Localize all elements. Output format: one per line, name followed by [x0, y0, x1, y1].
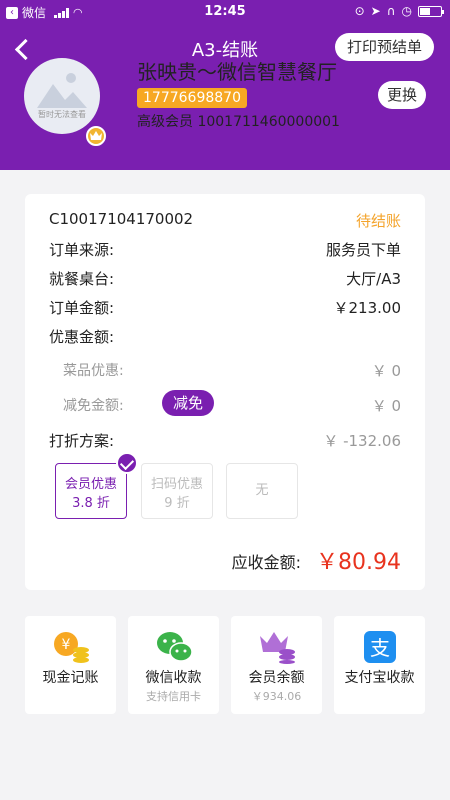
change-member-button[interactable]: 更换: [378, 81, 426, 109]
plan-rate: 3.8 折: [72, 496, 110, 511]
discount-plan-row: 打折方案: ￥ -132.06: [49, 430, 401, 451]
plan-scan-discount[interactable]: 扫码优惠 9 折: [141, 463, 213, 519]
plan-value: ￥ -132.06: [323, 432, 401, 450]
reduce-button[interactable]: 减免: [162, 390, 215, 416]
order-amount-row: 订单金额: ￥213.00: [49, 297, 401, 318]
pay-member-balance-button[interactable]: 会员余额 ￥934.06: [231, 616, 322, 714]
print-pre-bill-button[interactable]: 打印预结单: [334, 33, 434, 61]
pay-sublabel: 支持信用卡: [146, 690, 201, 703]
table-row: 就餐桌台: 大厅/A3: [49, 268, 401, 289]
location-icon: ➤: [370, 4, 381, 18]
order-id: C10017104170002: [49, 210, 194, 228]
member-crown-icon: [260, 632, 295, 664]
dish-discount-row: 菜品优惠: ￥ 0: [63, 360, 401, 380]
status-right: ⊙ ➤ ∩ ◷: [354, 4, 444, 18]
row-value: 服务员下单: [325, 241, 401, 259]
pay-alipay-button[interactable]: 支 支付宝收款: [334, 616, 425, 714]
avatar-caption: 暂时无法查看: [38, 110, 86, 119]
image-placeholder-icon: [37, 73, 87, 108]
row-label: 优惠金额:: [49, 328, 115, 346]
svg-text:支: 支: [370, 636, 390, 660]
order-id-row: C10017104170002 待结账: [49, 210, 401, 230]
plan-member-discount[interactable]: 会员优惠 3.8 折: [55, 452, 138, 519]
check-icon: [116, 452, 138, 474]
total-label: 应收金额:: [231, 553, 301, 572]
row-value: 大厅/A3: [346, 270, 401, 288]
reduce-label: 减免金额:: [63, 398, 124, 414]
plan-label: 打折方案:: [49, 432, 115, 450]
plan-title: 无: [255, 483, 269, 498]
avatar: 暂时无法查看: [24, 58, 100, 134]
rotation-lock-icon: ⊙: [354, 4, 365, 18]
total-value: ￥80.94: [316, 550, 401, 575]
pay-label: 现金记账: [42, 670, 99, 686]
pay-label: 支付宝收款: [344, 670, 415, 686]
pay-sublabel: ￥934.06: [251, 690, 302, 703]
headphones-icon: ∩: [386, 4, 396, 18]
row-label: 就餐桌台:: [49, 270, 115, 288]
plan-title: 会员优惠: [64, 477, 117, 492]
row-value: ￥213.00: [333, 299, 402, 317]
order-status: 待结账: [355, 212, 401, 230]
plan-none[interactable]: 无: [226, 463, 298, 519]
dish-discount-value: ￥ 0: [371, 362, 401, 380]
row-label: 订单来源:: [49, 241, 115, 259]
order-card: C10017104170002 待结账 订单来源: 服务员下单 就餐桌台: 大厅…: [25, 194, 425, 590]
pay-label: 会员余额: [248, 670, 305, 686]
plan-rate: 9 折: [164, 496, 190, 511]
dish-discount-label: 菜品优惠:: [63, 363, 124, 379]
discount-amount-row: 优惠金额:: [49, 326, 401, 347]
phone-badge: 17776698870: [137, 88, 247, 108]
order-source-row: 订单来源: 服务员下单: [49, 239, 401, 260]
reduce-row: 减免金额: 减免 ￥ 0: [63, 390, 401, 416]
cash-icon: ¥: [54, 632, 89, 663]
pay-label: 微信收款: [145, 670, 202, 686]
reduce-value: ￥ 0: [371, 397, 401, 415]
alarm-icon: ◷: [401, 4, 412, 18]
payment-options: ¥ 现金记账 微信收款 支持信用卡 会员余额 ￥934.06 支 支付宝收款: [25, 616, 425, 714]
svg-text:¥: ¥: [62, 637, 71, 653]
plan-title: 扫码优惠: [150, 477, 203, 492]
pay-wechat-button[interactable]: 微信收款 支持信用卡: [128, 616, 219, 714]
battery-icon: [418, 5, 444, 17]
user-name: 张映贵～微信智慧餐厅: [137, 60, 337, 84]
status-bar: ‹ 微信 ◠ 12:45 ⊙ ➤ ∩ ◷: [0, 0, 450, 24]
wechat-icon: [157, 632, 193, 662]
row-label: 订单金额:: [49, 299, 115, 317]
member-info: 高级会员 1001711460000001: [137, 114, 340, 130]
alipay-icon: 支: [364, 631, 396, 663]
vip-crown-icon: [86, 126, 106, 146]
pay-cash-button[interactable]: ¥ 现金记账: [25, 616, 116, 714]
